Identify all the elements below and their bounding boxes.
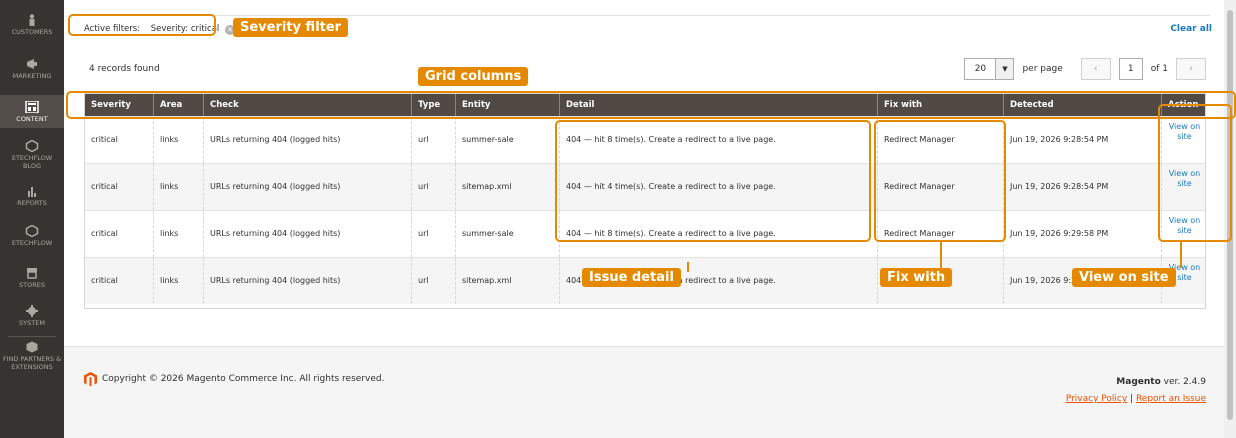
brand-name: Magento — [1116, 377, 1161, 387]
cell-entity: summer-sale — [455, 211, 559, 257]
annotation-box-fix-with — [874, 120, 1006, 242]
annotation-box-grid-columns — [66, 91, 1236, 119]
annotation-grid-columns: Grid columns — [418, 67, 529, 86]
records-count: 4 records found — [89, 64, 160, 74]
cell-area: links — [153, 164, 203, 210]
annotation-issue-detail: Issue detail — [582, 268, 681, 287]
caret-down-icon[interactable]: ▼ — [995, 59, 1014, 79]
annotation-fix-with: Fix with — [880, 268, 953, 287]
cell-severity: critical — [91, 229, 118, 238]
cell-type: url — [411, 258, 455, 304]
cell-area: links — [153, 117, 203, 163]
sidebar-item-customers[interactable]: Customers — [0, 14, 64, 36]
annotation-view-on-site: View on site — [1072, 268, 1176, 287]
cell-check: URLs returning 404 (logged hits) — [203, 164, 411, 210]
per-page-label: per page — [1022, 64, 1063, 74]
sidebar-item-marketing[interactable]: Marketing — [0, 58, 64, 80]
divider — [80, 15, 1210, 16]
annotation-box-view-on-site — [1158, 104, 1232, 242]
sidebar-item-system[interactable]: System — [0, 305, 64, 327]
sidebar-item-etechflow[interactable]: Etechflow — [0, 225, 64, 247]
sidebar-item-label: Customers — [11, 28, 53, 36]
per-page-select[interactable]: 20 ▼ — [964, 58, 1015, 80]
cell-entity: sitemap.xml — [455, 164, 559, 210]
annotation-pointer — [940, 242, 942, 268]
sidebar-item-label: Marketing — [12, 72, 52, 80]
privacy-policy-link[interactable]: Privacy Policy — [1066, 394, 1127, 404]
cell-check: URLs returning 404 (logged hits) — [203, 211, 411, 257]
cell-entity: summer-sale — [455, 117, 559, 163]
cell-entity: sitemap.xml — [455, 258, 559, 304]
clear-all-link[interactable]: Clear all — [1170, 24, 1212, 34]
sidebar-item-etechflow-blog[interactable]: Etechflow Blog — [0, 140, 64, 170]
sidebar-item-label: Find Partners & Extensions — [2, 355, 62, 371]
annotation-severity-filter: Severity filter — [233, 18, 349, 37]
next-page-button[interactable]: › — [1176, 58, 1206, 80]
cell-detected: Jun 19, 2026 9:29:58 PM — [1003, 211, 1161, 257]
admin-sidebar: Customers Marketing Content Etechflow Bl… — [0, 0, 64, 438]
sidebar-item-label: System — [19, 319, 45, 327]
cell-detected: Jun 19, 2026 9:28:54 PM — [1003, 164, 1161, 210]
version-text: ver. 2.4.9 — [1160, 377, 1206, 387]
cell-check: URLs returning 404 (logged hits) — [203, 117, 411, 163]
cell-detected: Jun 19, 2026 9:28:54 PM — [1003, 117, 1161, 163]
sidebar-item-find-partners[interactable]: Find Partners & Extensions — [0, 341, 64, 371]
annotation-box-issue-detail — [555, 120, 871, 242]
sidebar-item-label: Etechflow Blog — [11, 154, 53, 170]
cell-severity: critical — [91, 135, 118, 144]
page-footer: Copyright © 2026 Magento Commerce Inc. A… — [64, 346, 1224, 438]
sidebar-item-label: Content — [16, 115, 48, 123]
report-issue-link[interactable]: Report an Issue — [1136, 394, 1206, 404]
cell-type: url — [411, 211, 455, 257]
sidebar-item-content[interactable]: Content — [0, 95, 64, 128]
cell-severity: critical — [91, 182, 118, 191]
cell-check: URLs returning 404 (logged hits) — [203, 258, 411, 304]
cell-area: links — [153, 258, 203, 304]
cell-type: url — [411, 164, 455, 210]
box-icon — [26, 341, 38, 353]
copyright-text: Copyright © 2026 Magento Commerce Inc. A… — [102, 374, 385, 384]
annotation-pointer — [687, 262, 689, 272]
layout-icon — [25, 101, 39, 113]
sidebar-divider — [8, 336, 56, 337]
hexagon-icon — [25, 225, 39, 237]
per-page-value: 20 — [974, 64, 987, 74]
person-icon — [29, 14, 35, 26]
cell-area: links — [153, 211, 203, 257]
megaphone-icon — [27, 59, 37, 69]
sidebar-item-reports[interactable]: Reports — [0, 185, 64, 207]
sidebar-item-label: Stores — [19, 281, 45, 289]
page-input[interactable]: 1 — [1118, 58, 1143, 80]
pager: 20 ▼ per page ‹ 1 of 1 › — [964, 58, 1206, 80]
cell-severity: critical — [91, 276, 118, 285]
magento-logo-icon — [84, 372, 97, 386]
gear-icon — [26, 305, 38, 317]
page-total: of 1 — [1150, 64, 1168, 74]
chevron-right-icon: › — [1189, 64, 1193, 74]
store-icon — [27, 268, 37, 279]
version-info: Magento ver. 2.4.9 Privacy Policy | Repo… — [1066, 374, 1206, 408]
sidebar-item-label: Etechflow — [11, 239, 53, 247]
sidebar-item-label: Reports — [17, 199, 47, 207]
annotation-pointer — [1180, 242, 1182, 268]
chevron-left-icon: ‹ — [1093, 64, 1098, 74]
bar-chart-icon — [28, 187, 36, 197]
annotation-box-severity-filter — [68, 14, 216, 36]
separator: | — [1127, 394, 1136, 404]
prev-page-button[interactable]: ‹ — [1080, 58, 1111, 80]
hexagon-icon — [25, 140, 39, 152]
sidebar-item-stores[interactable]: Stores — [0, 267, 64, 289]
cell-type: url — [411, 117, 455, 163]
